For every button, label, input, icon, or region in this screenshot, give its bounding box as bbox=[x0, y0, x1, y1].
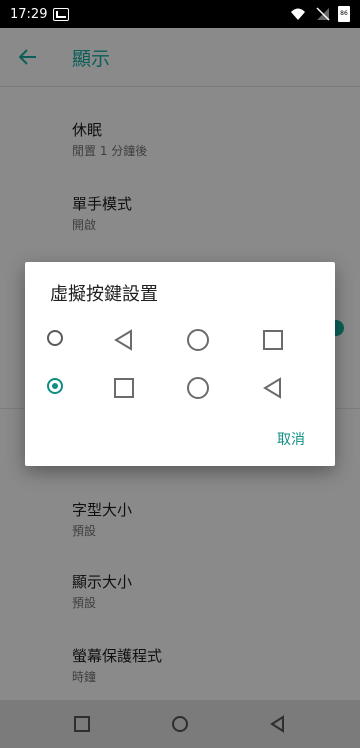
setting-screen-saver[interactable]: 螢幕保護程式 時鐘 bbox=[72, 646, 332, 686]
triangle-left-icon bbox=[263, 377, 281, 399]
back-button[interactable] bbox=[0, 28, 56, 86]
setting-summary: 閒置 1 分鐘後 bbox=[72, 144, 148, 158]
setting-title: 休眠 bbox=[72, 121, 103, 139]
wifi-icon bbox=[291, 8, 305, 20]
square-icon bbox=[263, 330, 283, 350]
circle-icon[interactable] bbox=[170, 714, 190, 734]
setting-one-hand-mode[interactable]: 單手模式 開啟 bbox=[72, 194, 332, 234]
setting-title: 字型大小 bbox=[72, 501, 133, 519]
notification-icon bbox=[53, 7, 70, 21]
triangle-left-icon[interactable] bbox=[268, 714, 288, 734]
status-icons: 86 bbox=[290, 6, 350, 22]
option-row[interactable] bbox=[25, 319, 335, 359]
app-bar: 顯示 bbox=[0, 28, 360, 86]
battery-level: 86 bbox=[340, 10, 348, 17]
setting-summary: 開啟 bbox=[72, 218, 97, 232]
radio-button[interactable] bbox=[47, 330, 63, 346]
triangle-left-icon bbox=[114, 329, 132, 351]
status-time: 17:29 bbox=[10, 6, 48, 22]
setting-font-size[interactable]: 字型大小 預設 bbox=[72, 500, 332, 540]
setting-sleep[interactable]: 休眠 閒置 1 分鐘後 bbox=[72, 120, 332, 160]
no-signal-icon bbox=[316, 7, 330, 21]
setting-summary: 預設 bbox=[72, 524, 97, 538]
dialog-title: 虛擬按鍵設置 bbox=[50, 284, 158, 305]
page-title: 顯示 bbox=[72, 47, 111, 70]
setting-display-size[interactable]: 顯示大小 預設 bbox=[72, 572, 332, 612]
divider bbox=[0, 86, 360, 87]
circle-icon bbox=[187, 329, 209, 351]
setting-summary: 預設 bbox=[72, 596, 97, 610]
setting-title: 顯示大小 bbox=[72, 573, 133, 591]
virtual-keys-dialog: 虛擬按鍵設置 取消 bbox=[25, 262, 335, 466]
setting-title: 單手模式 bbox=[72, 195, 133, 213]
square-icon bbox=[114, 378, 134, 398]
battery-icon: 86 bbox=[338, 6, 350, 22]
setting-summary: 時鐘 bbox=[72, 670, 97, 684]
square-icon[interactable] bbox=[72, 714, 92, 734]
arrow-left-icon bbox=[19, 49, 36, 65]
setting-title: 螢幕保護程式 bbox=[72, 647, 163, 665]
radio-button-selected[interactable] bbox=[47, 378, 63, 394]
option-row[interactable] bbox=[25, 367, 335, 407]
status-bar: 17:29 86 bbox=[0, 0, 360, 28]
cancel-button[interactable]: 取消 bbox=[277, 429, 305, 449]
circle-icon bbox=[187, 377, 209, 399]
system-navigation-bar bbox=[0, 700, 360, 748]
